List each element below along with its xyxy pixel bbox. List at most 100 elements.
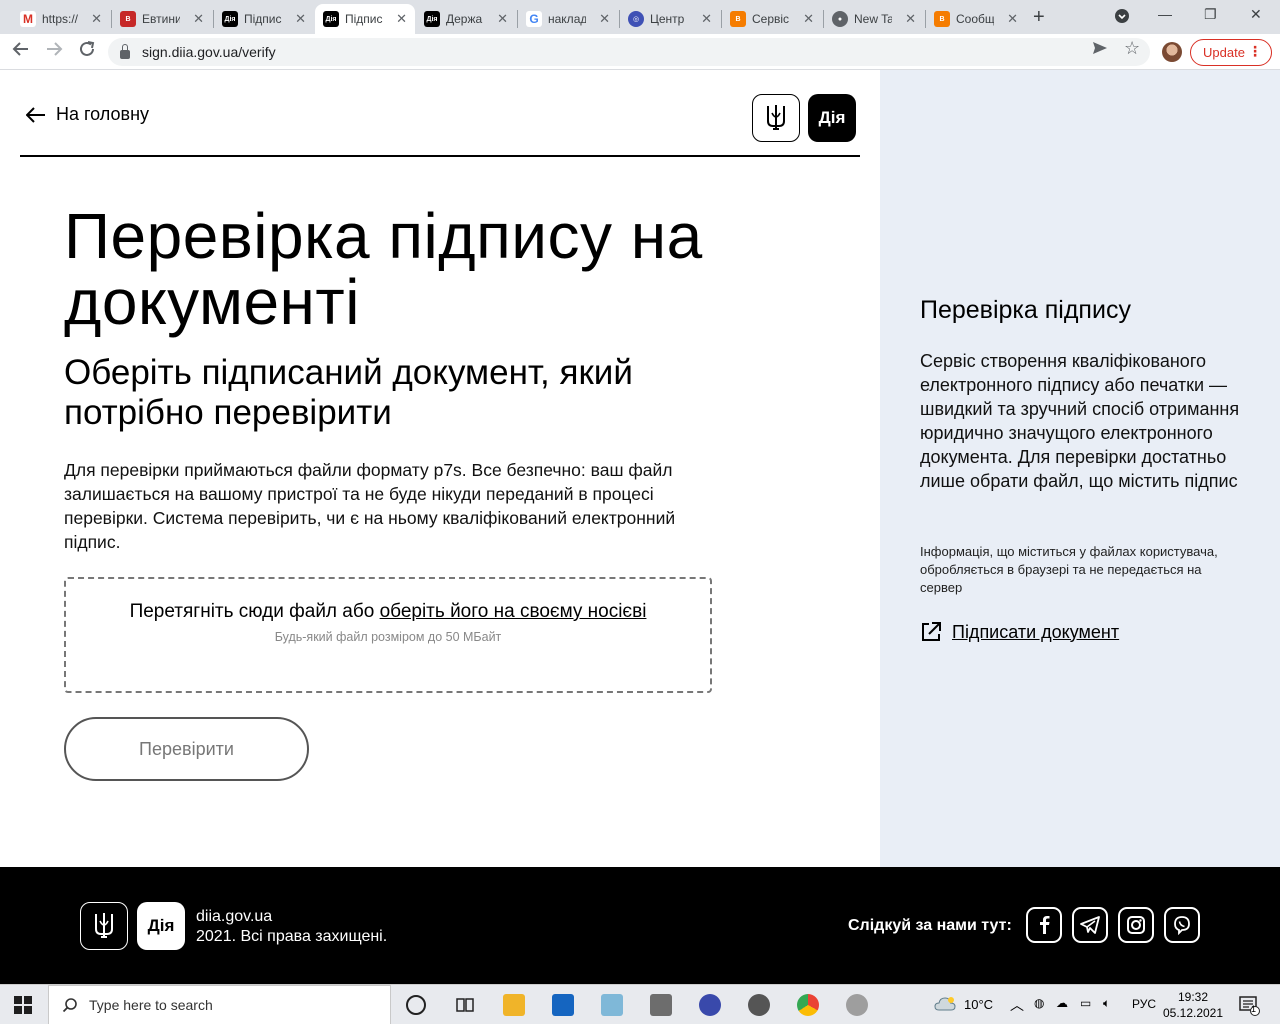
task-view-icon[interactable] [454, 994, 476, 1016]
close-tab-icon[interactable]: ✕ [701, 11, 712, 27]
instagram-icon[interactable] [1118, 907, 1154, 943]
notification-icon[interactable] [1238, 994, 1260, 1019]
browser-tab[interactable]: B Сервіс ✕ [722, 4, 822, 34]
page-subtitle: Оберіть підписаний документ, який потріб… [64, 353, 633, 432]
close-tab-icon[interactable]: ✕ [1007, 11, 1018, 27]
tab-search-icon[interactable] [1114, 8, 1130, 27]
close-tab-icon[interactable]: ✕ [91, 11, 102, 27]
tab-label: Сообщ [956, 12, 994, 26]
footer-tryzub-logo[interactable] [80, 902, 128, 950]
facebook-icon[interactable] [1026, 907, 1062, 943]
verify-button-label: Перевірити [139, 738, 234, 759]
browser-tab[interactable]: B Евтини ✕ [112, 4, 212, 34]
store-icon[interactable] [552, 994, 574, 1016]
bookmark-star-icon[interactable]: ☆ [1124, 38, 1140, 59]
network-icon[interactable]: ▭ [1080, 996, 1091, 1010]
tab-label: New Ta [854, 12, 892, 26]
globe-icon: ◎ [628, 11, 644, 27]
onedrive-icon[interactable]: ☁ [1056, 996, 1068, 1010]
browser-tab[interactable]: ● New Ta ✕ [824, 4, 924, 34]
choose-file-link[interactable]: оберіть його на своєму носієві [380, 601, 647, 622]
blogger-icon: B [934, 11, 950, 27]
tryzub-icon [95, 913, 113, 938]
chevron-up-icon[interactable]: ︿ [1010, 995, 1024, 1015]
header-divider [20, 155, 860, 157]
diia-logo[interactable]: Дія [808, 94, 856, 142]
calculator-icon[interactable] [650, 994, 672, 1016]
sign-document-link[interactable]: Підписати документ [920, 621, 1119, 643]
viber-icon[interactable] [1164, 907, 1200, 943]
page-description: Для перевірки приймаються файли формату … [64, 460, 676, 552]
close-tab-icon[interactable]: ✕ [295, 11, 306, 27]
forward-arrow-icon[interactable] [45, 40, 63, 63]
security-lock-icon[interactable] [699, 994, 721, 1016]
cortana-icon[interactable] [406, 995, 426, 1015]
close-tab-icon[interactable]: ✕ [803, 11, 814, 27]
windows-taskbar: Type here to search 10°C ︿ ◍ ☁ ▭ 🔈︎ РУС … [0, 984, 1280, 1024]
verify-button[interactable]: Перевірити [64, 717, 309, 781]
bentley-icon: B [120, 11, 136, 27]
footer-follow-label: Слідкуй за нами тут: [848, 917, 1012, 934]
taskbar-search-input[interactable]: Type here to search [48, 985, 391, 1024]
browser-tab-active[interactable]: Дія Підпис ✕ [315, 4, 415, 34]
new-tab-button[interactable]: + [1033, 6, 1045, 29]
dropzone-text-wrap: Перетягніть сюди файл або оберіть його н… [66, 600, 710, 624]
file-explorer-icon[interactable] [503, 994, 525, 1016]
tryzub-logo[interactable] [752, 94, 800, 142]
browser-tab[interactable]: M https:// ✕ [12, 4, 110, 34]
close-tab-icon[interactable]: ✕ [396, 11, 407, 27]
tab-label: Держа [446, 12, 483, 26]
update-button[interactable]: Update ⋮ [1190, 39, 1272, 66]
reload-icon[interactable] [78, 40, 96, 63]
browser-tab[interactable]: ◎ Центр ✕ [620, 4, 720, 34]
close-tab-icon[interactable]: ✕ [599, 11, 610, 27]
evernote-icon[interactable] [846, 994, 868, 1016]
close-window-icon[interactable]: ✕ [1250, 6, 1262, 23]
meet-icon[interactable]: ◍ [1034, 996, 1044, 1010]
taskbar-search-placeholder: Type here to search [89, 997, 213, 1013]
sidebar-text: Сервіс створення кваліфікованого електро… [920, 351, 1240, 491]
main-content: На головну Дія Перевірка підпису на доку… [0, 70, 880, 867]
address-bar[interactable]: sign.diia.gov.ua/verify [108, 38, 1150, 66]
close-tab-icon[interactable]: ✕ [905, 11, 916, 27]
tab-label: наклад [548, 12, 586, 26]
lock-icon[interactable] [120, 43, 130, 59]
diia-icon: Дія [424, 11, 440, 27]
tab-label: https:// [42, 12, 79, 26]
close-tab-icon[interactable]: ✕ [497, 11, 508, 27]
blogger-icon: B [730, 11, 746, 27]
notification-count: 1 [1251, 1004, 1257, 1014]
volume-icon[interactable]: 🔈︎ [1103, 996, 1110, 1011]
close-tab-icon[interactable]: ✕ [193, 11, 204, 27]
temperature-label: 10°C [964, 997, 994, 1012]
send-icon[interactable] [1092, 40, 1108, 61]
keychain-lock-icon[interactable] [748, 994, 770, 1016]
browser-tab[interactable]: Дія Підпис ✕ [214, 4, 314, 34]
browser-tab[interactable]: B Сообщ ✕ [926, 4, 1026, 34]
weather-icon[interactable] [934, 995, 956, 1016]
footer-diia-logo[interactable]: Дія [137, 902, 185, 950]
sign-document-label: Підписати документ [952, 621, 1120, 642]
clock-date: 05.12.2021 [1162, 1006, 1224, 1020]
restore-icon[interactable]: ❐ [1204, 6, 1217, 23]
back-arrow-icon[interactable] [12, 40, 30, 63]
diia-icon: Дія [323, 11, 339, 27]
language-indicator[interactable]: РУС [1132, 997, 1156, 1011]
system-clock[interactable]: 19:32 05.12.2021 [1158, 989, 1228, 1021]
telegram-icon[interactable] [1072, 907, 1108, 943]
back-home-label: На головну [56, 104, 150, 124]
gmail-icon: M [20, 11, 36, 27]
back-home-link[interactable]: На головну [26, 104, 149, 125]
page: На головну Дія Перевірка підпису на доку… [0, 70, 1280, 867]
browser-tab[interactable]: Дія Держа ✕ [416, 4, 516, 34]
clock-time: 19:32 [1177, 990, 1209, 1004]
windows-start-icon[interactable] [14, 996, 32, 1019]
footer-info: diia.gov.ua 2021. Всі права захищені. [196, 907, 387, 947]
browser-toolbar: sign.diia.gov.ua/verify ☆ Update ⋮ [0, 34, 1280, 70]
file-dropzone[interactable]: Перетягніть сюди файл або оберіть його н… [64, 577, 712, 693]
browser-tab[interactable]: G наклад ✕ [518, 4, 618, 34]
minimize-icon[interactable]: — [1158, 6, 1172, 22]
avatar[interactable] [1162, 42, 1182, 62]
chrome-taskbar-icon[interactable] [797, 994, 819, 1016]
notepad-icon[interactable] [601, 994, 623, 1016]
